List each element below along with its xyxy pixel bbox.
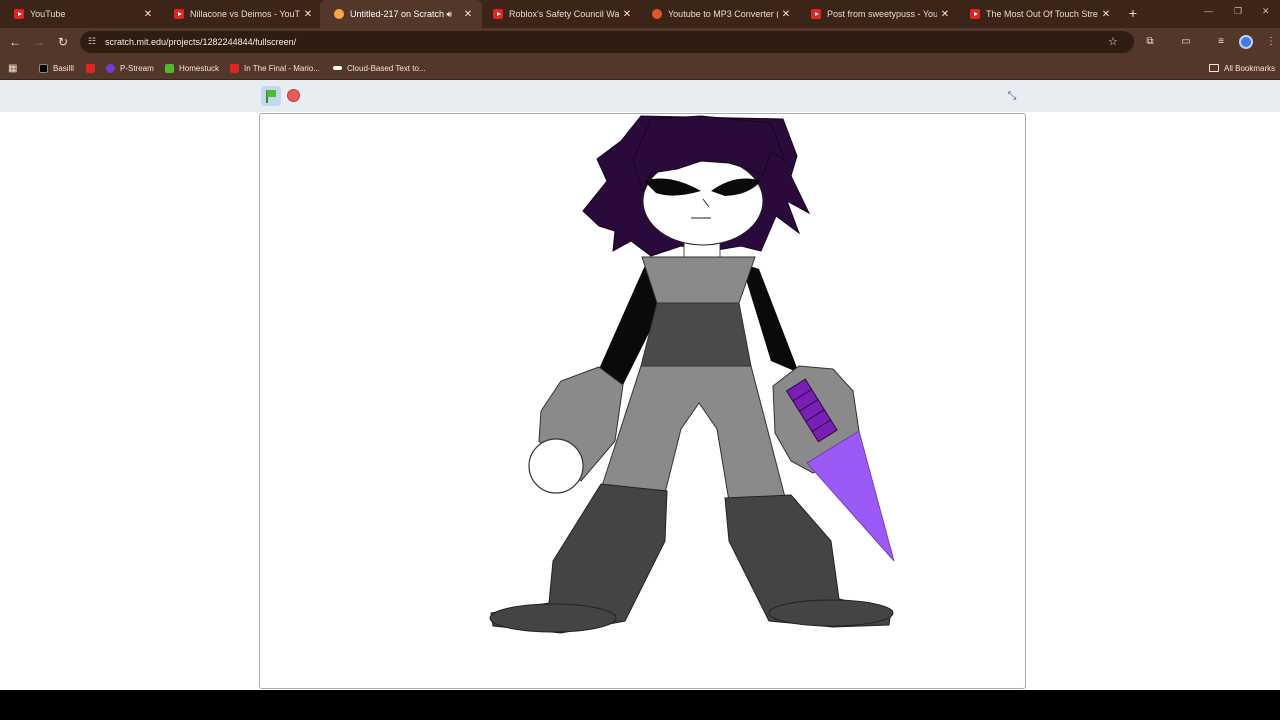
youtube-icon: [230, 63, 239, 73]
scratch-stage[interactable]: [259, 113, 1026, 689]
youtube-icon: [14, 9, 24, 19]
site-info-icon[interactable]: ☷: [88, 36, 98, 46]
bookmark-label: Basilll: [53, 63, 74, 73]
window-close-icon[interactable]: ✕: [1262, 6, 1270, 17]
bookmark-label: Homestuck: [179, 63, 220, 73]
tab-youtube[interactable]: YouTube ✕: [0, 0, 162, 28]
browser-window: YouTube ✕ Nillacone vs Deimos - YouTube …: [0, 0, 1280, 720]
close-icon[interactable]: ✕: [140, 9, 156, 20]
converter-icon: [652, 9, 662, 19]
tab-title: The Most Out Of Touch Stream: [986, 9, 1098, 19]
tab-title: Nillacone vs Deimos - YouTube: [190, 9, 300, 19]
tts-icon: [333, 66, 342, 70]
close-icon[interactable]: ✕: [619, 9, 635, 20]
new-tab-button[interactable]: +: [1124, 4, 1142, 22]
homestuck-icon: [165, 63, 174, 73]
youtube-icon: [493, 9, 503, 19]
profile-avatar[interactable]: [1239, 35, 1253, 49]
bookmark-homestuck[interactable]: Homestuck: [165, 56, 219, 80]
youtube-icon: [811, 9, 821, 19]
tab-nillacone[interactable]: Nillacone vs Deimos - YouTube ✕: [160, 0, 322, 28]
close-icon[interactable]: ✕: [1098, 9, 1114, 20]
bookmark-cloud-tts[interactable]: Cloud-Based Text to...: [333, 56, 426, 80]
green-flag-button[interactable]: [261, 86, 281, 106]
apps-grid-icon[interactable]: ▦: [8, 56, 17, 80]
bookmarks-bar: ▦ Basilll P-Stream Homestuck In The Fina…: [0, 56, 1280, 80]
bookmark-label: P-Stream: [120, 63, 154, 73]
character-sprite: [489, 115, 895, 634]
tab-strip: YouTube ✕ Nillacone vs Deimos - YouTube …: [0, 0, 1280, 28]
bookmark-youtube[interactable]: [86, 56, 100, 80]
tab-title: Untitled-217 on Scratch: [350, 9, 445, 19]
reload-icon[interactable]: ↻: [54, 33, 72, 51]
tab-roblox-safety[interactable]: Roblox's Safety Council Wants ✕: [479, 0, 641, 28]
address-bar[interactable]: ☷ scratch.mit.edu/projects/1282244844/fu…: [80, 31, 1134, 53]
extensions-icon[interactable]: ⧉: [1143, 35, 1157, 49]
right-arm: [741, 263, 799, 373]
pstream-icon: [106, 63, 115, 73]
tiktok-icon: [39, 63, 48, 73]
bookmark-basilll[interactable]: Basilll: [39, 56, 74, 80]
youtube-icon: [970, 9, 980, 19]
youtube-icon: [174, 9, 184, 19]
bookmark-in-the-final[interactable]: In The Final - Mario...: [230, 56, 320, 80]
youtube-icon: [86, 63, 95, 73]
bookmark-pstream[interactable]: P-Stream: [106, 56, 154, 80]
exit-fullscreen-icon[interactable]: ⤡: [1003, 87, 1021, 105]
more-menu-icon[interactable]: ⋮: [1264, 35, 1278, 49]
forward-arrow-icon[interactable]: →: [30, 33, 48, 51]
back-arrow-icon[interactable]: ←: [6, 33, 24, 51]
folder-icon: [1209, 64, 1219, 72]
torso-lower: [640, 302, 752, 367]
taskbar-strip: [0, 690, 1280, 720]
held-orb: [528, 438, 584, 494]
split-view-icon[interactable]: ▭: [1179, 35, 1193, 49]
close-icon[interactable]: ✕: [937, 9, 953, 20]
tab-title: YouTube: [30, 9, 66, 19]
browser-toolbar: ← → ↻ ☷ scratch.mit.edu/projects/1282244…: [0, 28, 1280, 56]
stop-button[interactable]: [287, 89, 300, 102]
scratch-icon: [334, 9, 344, 19]
close-icon[interactable]: ✕: [300, 9, 316, 20]
minimize-icon[interactable]: —: [1204, 6, 1213, 16]
tab-scratch-project[interactable]: Untitled-217 on Scratch 🔊︎ ✕: [320, 0, 482, 28]
tab-title: Post from sweetypuss - YouTub: [827, 9, 937, 19]
restore-icon[interactable]: ❐: [1234, 6, 1242, 17]
all-bookmarks-button[interactable]: All Bookmarks: [1209, 56, 1275, 80]
close-icon[interactable]: ✕: [778, 9, 794, 20]
scratch-fullscreen-header: [0, 80, 1280, 112]
tab-sweetypuss[interactable]: Post from sweetypuss - YouTub ✕: [797, 0, 959, 28]
speaker-icon[interactable]: 🔊︎: [446, 9, 452, 20]
url-text: scratch.mit.edu/projects/1282244844/full…: [105, 37, 297, 47]
bookmark-star-icon[interactable]: ☆: [1108, 31, 1118, 53]
tab-out-of-touch[interactable]: The Most Out Of Touch Stream ✕: [956, 0, 1120, 28]
torso-upper: [641, 256, 756, 304]
pants: [600, 365, 787, 502]
tab-title: Roblox's Safety Council Wants: [509, 9, 619, 19]
bookmark-label: In The Final - Mario...: [244, 63, 320, 73]
close-icon[interactable]: ✕: [460, 9, 476, 20]
all-bookmarks-label: All Bookmarks: [1224, 63, 1276, 73]
tab-title: Youtube to MP3 Converter (Ad: [668, 9, 778, 19]
media-controls-icon[interactable]: ≡: [1214, 35, 1228, 49]
bookmark-label: Cloud-Based Text to...: [347, 63, 426, 73]
tab-mp3-converter[interactable]: Youtube to MP3 Converter (Ad ✕: [638, 0, 800, 28]
